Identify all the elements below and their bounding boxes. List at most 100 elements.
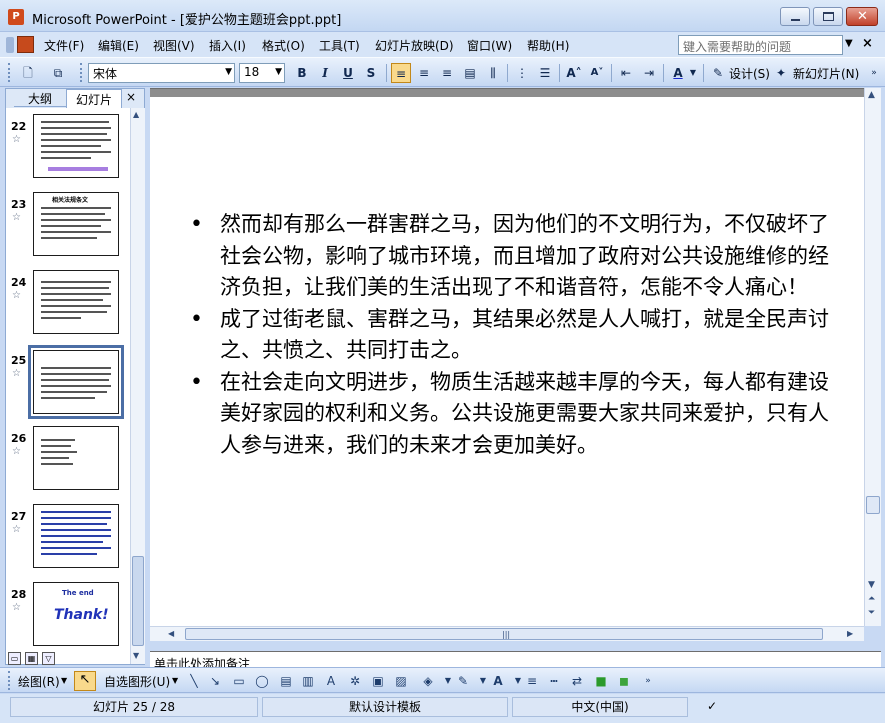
slide-thumbnail-26[interactable] <box>33 426 119 490</box>
previous-slide-icon[interactable]: ⏶ <box>868 594 875 604</box>
new-slide-button[interactable]: 新幻灯片(N) <box>793 65 859 82</box>
close-button[interactable]: ✕ <box>846 7 878 26</box>
slide-thumbnail-24[interactable] <box>33 270 119 334</box>
wordart-icon[interactable]: A <box>323 674 339 688</box>
font-family-select[interactable]: 宋体 ▼ <box>88 63 235 83</box>
chevron-down-icon[interactable]: ▼ <box>688 63 698 83</box>
sorter-view-icon[interactable]: ▦ <box>25 652 38 665</box>
chevron-down-icon[interactable]: ▼ <box>61 676 67 685</box>
document-close-icon[interactable]: × <box>862 36 873 51</box>
menu-file[interactable]: 文件(F) <box>44 37 84 54</box>
bullet-paragraph[interactable]: 在社会走向文明进步，物质生活越来越丰厚的今天，每人都有建设美好家园的权利和义务。… <box>190 367 830 462</box>
slide-thumbnail-28[interactable]: The end Thank! <box>33 582 119 646</box>
bullet-paragraph[interactable]: 成了过街老鼠、害群之马，其结果必然是人人喊打，就是全民声讨之、共愤之、共同打击之… <box>190 304 830 367</box>
toolbar-overflow-icon[interactable]: » <box>640 674 656 688</box>
scroll-up-icon[interactable]: ▲ <box>133 110 139 119</box>
line-icon[interactable]: ╲ <box>186 674 202 688</box>
scroll-down-icon[interactable]: ▼ <box>133 651 139 660</box>
align-left-icon[interactable]: ≡ <box>391 63 411 83</box>
slideshow-view-icon[interactable]: ▽ <box>42 652 55 665</box>
notes-pane[interactable]: 单击此处添加备注 <box>150 651 881 667</box>
bullet-paragraph[interactable]: 然而却有那么一群害群之马，因为他们的不文明行为，不仅破坏了社会公物，影响了城市环… <box>190 209 830 304</box>
slide-text-box[interactable]: 然而却有那么一群害群之马，因为他们的不文明行为，不仅破坏了社会公物，影响了城市环… <box>190 209 830 461</box>
menu-view[interactable]: 视图(V) <box>153 37 195 54</box>
design-template-status[interactable]: 默认设计模板 <box>262 697 508 717</box>
thumbnail-scrollbar[interactable]: ▲ ▼ <box>130 108 145 664</box>
chevron-down-icon[interactable]: ▼ <box>172 676 178 685</box>
vertical-text-icon[interactable]: ⫼ <box>483 63 503 83</box>
rectangle-icon[interactable]: ▭ <box>231 674 247 688</box>
autoshapes-button[interactable]: 自选图形(U) <box>104 673 170 690</box>
align-center-icon[interactable]: ≡ <box>414 63 434 83</box>
numbered-list-icon[interactable]: ⋮ <box>512 63 532 83</box>
clipart-icon[interactable]: ▣ <box>370 674 386 688</box>
next-slide-icon[interactable]: ⏷ <box>868 608 875 618</box>
font-color-icon[interactable]: A <box>668 63 688 83</box>
slide-horizontal-scrollbar[interactable]: ◀ ||| ▶ <box>150 626 864 641</box>
chevron-down-icon[interactable]: ▼ <box>440 674 456 688</box>
toolbar-grip[interactable] <box>8 63 12 82</box>
toolbar-overflow-icon[interactable]: » <box>864 63 884 83</box>
menu-edit[interactable]: 编辑(E) <box>98 37 139 54</box>
menu-grip[interactable] <box>6 37 14 53</box>
chevron-down-icon[interactable]: ▼ <box>845 38 853 49</box>
toolbar-grip[interactable] <box>8 671 12 690</box>
line-style-icon[interactable]: ≡ <box>524 674 540 688</box>
tab-slides[interactable]: 幻灯片 <box>66 89 122 108</box>
scroll-down-icon[interactable]: ▼ <box>868 580 875 590</box>
design-button[interactable]: 设计(S) <box>729 65 770 82</box>
menu-format[interactable]: 格式(O) <box>262 37 305 54</box>
new-slide-icon[interactable]: ✦ <box>771 63 791 83</box>
select-pointer-icon[interactable]: ↖ <box>74 671 96 691</box>
3d-style-icon[interactable]: ◼ <box>616 674 632 688</box>
textbox-icon[interactable]: ▤ <box>278 674 294 688</box>
maximize-button[interactable] <box>813 7 843 26</box>
menu-slideshow[interactable]: 幻灯片放映(D) <box>375 37 454 54</box>
help-search-input[interactable]: 键入需要帮助的问题 <box>678 35 843 55</box>
slide-vertical-scrollbar[interactable]: ▲ ▼ ⏶ ⏷ <box>864 88 881 626</box>
spell-check-icon[interactable]: ✓ <box>692 697 732 717</box>
scroll-thumb[interactable] <box>132 556 144 646</box>
menu-help[interactable]: 帮助(H) <box>527 37 569 54</box>
picture-icon[interactable]: ▨ <box>393 674 409 688</box>
new-document-icon[interactable]: 🗋 <box>18 63 38 83</box>
slide-thumbnail-25[interactable] <box>28 345 124 419</box>
menu-tools[interactable]: 工具(T) <box>319 37 360 54</box>
scroll-thumb[interactable]: ||| <box>185 628 823 640</box>
increase-indent-icon[interactable]: ⇥ <box>639 63 659 83</box>
menu-window[interactable]: 窗口(W) <box>467 37 512 54</box>
fill-color-icon[interactable]: ◈ <box>420 674 436 688</box>
shadow-style-icon[interactable]: ■ <box>593 674 609 688</box>
scroll-left-icon[interactable]: ◀ <box>168 629 174 638</box>
slide-thumbnail-22[interactable] <box>33 114 119 178</box>
underline-button[interactable]: U <box>338 63 358 83</box>
shadow-button[interactable]: S <box>361 63 381 83</box>
slide-thumbnail-23[interactable]: 相关法规条文 <box>33 192 119 256</box>
decrease-indent-icon[interactable]: ⇤ <box>616 63 636 83</box>
oval-icon[interactable]: ◯ <box>254 674 270 688</box>
toolbar-grip[interactable] <box>80 63 84 82</box>
draw-menu-button[interactable]: 绘图(R) <box>18 673 60 690</box>
bold-button[interactable]: B <box>292 63 312 83</box>
document-icon[interactable] <box>17 36 34 53</box>
increase-font-icon[interactable]: A˄ <box>564 63 584 83</box>
align-right-icon[interactable]: ≡ <box>437 63 457 83</box>
justify-icon[interactable]: ▤ <box>460 63 480 83</box>
tab-outline[interactable]: 大纲 <box>14 89 66 107</box>
diagram-icon[interactable]: ✲ <box>347 674 363 688</box>
chevron-down-icon[interactable]: ▼ <box>475 674 491 688</box>
slide-thumbnail-27[interactable] <box>33 504 119 568</box>
minimize-button[interactable] <box>780 7 810 26</box>
arrow-icon[interactable]: ↘ <box>207 674 223 688</box>
font-size-select[interactable]: 18 ▼ <box>239 63 285 83</box>
font-color-icon[interactable]: A <box>490 674 506 688</box>
scroll-up-icon[interactable]: ▲ <box>868 90 875 100</box>
dash-style-icon[interactable]: ┅ <box>546 674 562 688</box>
menu-insert[interactable]: 插入(I) <box>209 37 246 54</box>
powerpoint-app-icon[interactable]: P <box>8 9 24 25</box>
italic-button[interactable]: I <box>315 63 335 83</box>
bulleted-list-icon[interactable]: ☰ <box>535 63 555 83</box>
scroll-thumb[interactable] <box>866 496 880 514</box>
decrease-font-icon[interactable]: A˅ <box>587 63 607 83</box>
vertical-textbox-icon[interactable]: ▥ <box>300 674 316 688</box>
